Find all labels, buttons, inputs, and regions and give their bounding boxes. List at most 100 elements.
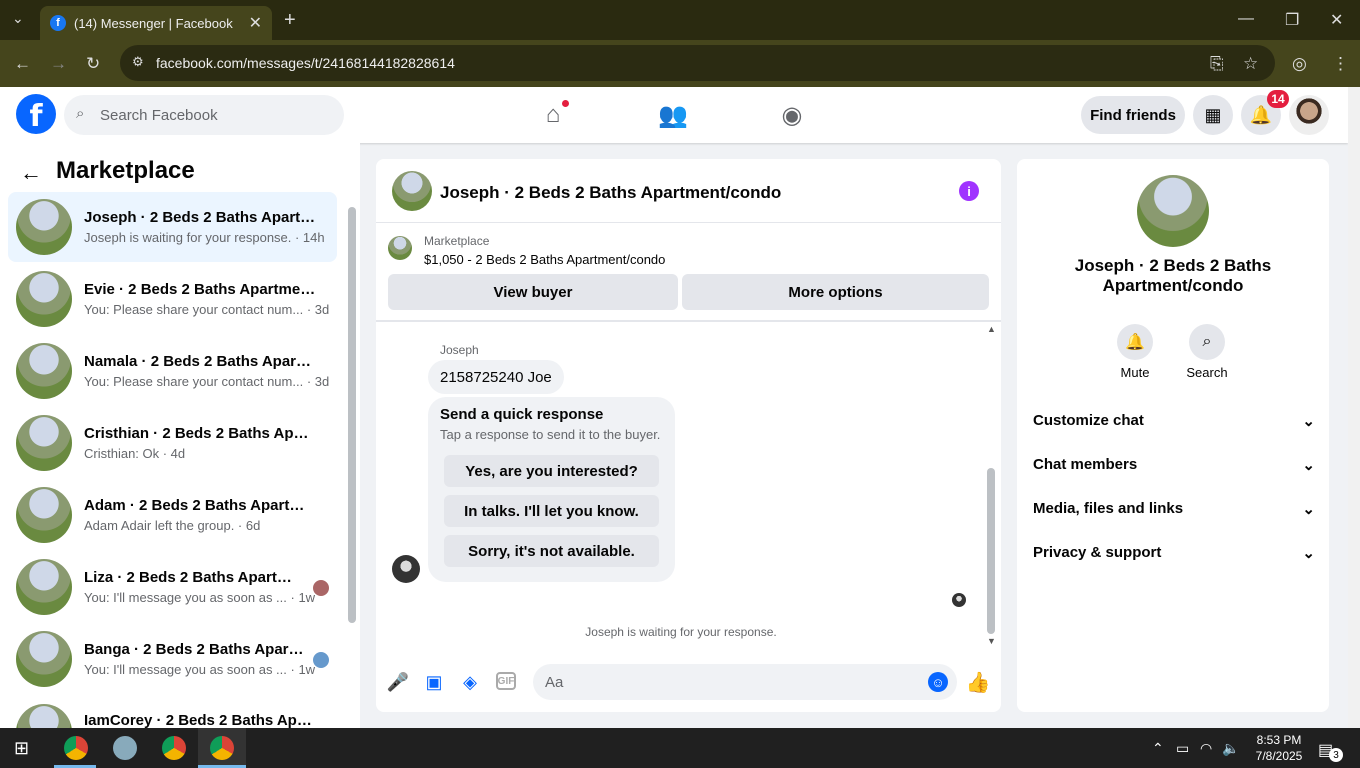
more-options-button[interactable]: More options bbox=[682, 274, 989, 310]
microphone-icon[interactable]: 🎤 bbox=[387, 672, 409, 692]
reload-icon[interactable]: ↻ bbox=[86, 54, 100, 74]
bookmark-star-icon[interactable]: ☆ bbox=[1243, 54, 1258, 74]
conversation-name: Liza · 2 Beds 2 Baths Apartme... bbox=[84, 569, 304, 586]
chat-members-item[interactable]: Chat members ⌄ bbox=[1033, 456, 1315, 474]
taskbar-clock[interactable]: 8:53 PM 7/8/2025 bbox=[1248, 732, 1310, 764]
search-chat-icon[interactable]: ⌕ bbox=[1189, 324, 1225, 360]
notification-badge: 14 bbox=[1267, 90, 1289, 108]
url-bar[interactable]: ⚙ facebook.com/messages/t/24168144182828… bbox=[120, 45, 1275, 81]
back-arrow-icon[interactable]: ← bbox=[20, 160, 42, 186]
conversation-item[interactable]: Banga · 2 Beds 2 Baths Apart... You: I'll… bbox=[8, 624, 337, 694]
chrome-taskbar-icon[interactable] bbox=[210, 736, 234, 760]
mute-bell-icon[interactable]: 🔔 bbox=[1117, 324, 1153, 360]
facebook-search-input[interactable]: ⌕ Search Facebook bbox=[64, 95, 344, 135]
friends-icon[interactable]: 👥 bbox=[658, 100, 688, 130]
tab-search-icon[interactable]: ⌄ bbox=[12, 10, 24, 27]
forward-icon[interactable]: → bbox=[50, 54, 67, 74]
conversation-name: Joseph · 2 Beds 2 Baths Apartm... bbox=[84, 209, 316, 226]
browser-tab[interactable]: f (14) Messenger | Facebook ✕ bbox=[40, 6, 272, 40]
clock-time: 8:53 PM bbox=[1256, 733, 1302, 747]
chrome-taskbar-icon[interactable] bbox=[162, 736, 186, 760]
header-divider bbox=[376, 320, 1001, 322]
find-friends-button[interactable]: Find friends bbox=[1081, 96, 1185, 134]
search-icon: ⌕ bbox=[76, 105, 85, 122]
emoji-icon[interactable]: ☺ bbox=[928, 672, 948, 692]
chevron-down-icon: ⌄ bbox=[1302, 545, 1315, 562]
listing-label: Marketplace bbox=[424, 234, 490, 248]
new-tab-icon[interactable]: + bbox=[284, 9, 296, 32]
chat-title[interactable]: Joseph · 2 Beds 2 Baths Apartment/condo bbox=[440, 183, 781, 203]
minimize-icon[interactable]: — bbox=[1238, 10, 1254, 28]
listing-small-thumbnail bbox=[388, 236, 412, 260]
chrome-taskbar-icon[interactable] bbox=[64, 736, 88, 760]
conversation-item[interactable]: Liza · 2 Beds 2 Baths Apartme... You: I'l… bbox=[8, 552, 337, 622]
groups-icon[interactable]: ◉ bbox=[777, 100, 807, 130]
profile-avatar[interactable] bbox=[1137, 175, 1209, 247]
photo-icon[interactable]: ▣ bbox=[424, 672, 444, 692]
menu-grid-icon[interactable]: ▦ bbox=[1193, 95, 1233, 135]
tray-chevron-up-icon[interactable]: ⌃ bbox=[1152, 740, 1164, 757]
conversation-preview: You: Please share your contact num... · … bbox=[84, 374, 330, 389]
seen-avatar bbox=[313, 652, 329, 668]
info-icon[interactable]: i bbox=[959, 181, 979, 201]
conversation-item[interactable]: Evie · 2 Beds 2 Baths Apartment... You: P… bbox=[8, 264, 337, 334]
listing-thumbnail bbox=[16, 199, 72, 255]
read-receipt-avatar bbox=[952, 593, 966, 607]
mute-label: Mute bbox=[1120, 365, 1150, 380]
maximize-icon[interactable]: ❐ bbox=[1285, 10, 1299, 30]
customize-chat-item[interactable]: Customize chat ⌄ bbox=[1033, 412, 1315, 430]
view-buyer-button[interactable]: View buyer bbox=[388, 274, 678, 310]
listing-thumbnail bbox=[16, 343, 72, 399]
chat-scrollbar[interactable] bbox=[987, 468, 995, 634]
conversation-item[interactable]: Namala · 2 Beds 2 Baths Apartm... You: Pl… bbox=[8, 336, 337, 406]
notification-center-count: 3 bbox=[1329, 748, 1343, 762]
sticker-icon[interactable]: ◈ bbox=[460, 672, 480, 692]
listing-thumbnail bbox=[16, 415, 72, 471]
customize-chat-label: Customize chat bbox=[1033, 412, 1144, 429]
conversation-name: Banga · 2 Beds 2 Baths Apart... bbox=[84, 641, 304, 658]
waiting-status: Joseph is waiting for your response. bbox=[585, 625, 777, 639]
quick-response-title: Send a quick response bbox=[440, 406, 604, 423]
listing-price[interactable]: $1,050 - 2 Beds 2 Baths Apartment/condo bbox=[424, 252, 665, 267]
chrome-menu-icon[interactable]: ⋮ bbox=[1332, 54, 1349, 74]
scroll-down-arrow-icon[interactable]: ▼ bbox=[987, 636, 996, 646]
url-text: facebook.com/messages/t/2416814418282861… bbox=[156, 55, 455, 71]
install-app-icon[interactable]: ⎘ bbox=[1210, 54, 1224, 74]
quick-response-interested-button[interactable]: Yes, are you interested? bbox=[444, 455, 659, 487]
chat-avatar[interactable] bbox=[392, 171, 432, 211]
sender-avatar bbox=[392, 555, 420, 583]
quick-response-in-talks-button[interactable]: In talks. I'll let you know. bbox=[444, 495, 659, 527]
listing-thumbnail bbox=[16, 487, 72, 543]
conversation-item[interactable]: Joseph · 2 Beds 2 Baths Apartm... Joseph … bbox=[8, 192, 337, 262]
page-scrollbar[interactable] bbox=[1348, 87, 1360, 728]
privacy-support-item[interactable]: Privacy & support ⌄ bbox=[1033, 544, 1315, 562]
facebook-logo-icon[interactable]: f bbox=[16, 94, 56, 134]
wifi-icon[interactable]: ◠ bbox=[1200, 740, 1212, 757]
tray-device-icon[interactable]: ▭ bbox=[1176, 740, 1189, 757]
tab-close-icon[interactable]: ✕ bbox=[249, 13, 262, 33]
conversation-list-scrollbar[interactable] bbox=[348, 207, 356, 623]
gif-icon[interactable]: GIF bbox=[496, 672, 516, 690]
close-window-icon[interactable]: ✕ bbox=[1330, 10, 1343, 30]
app-taskbar-icon[interactable] bbox=[113, 736, 137, 760]
message-input[interactable]: Aa bbox=[533, 664, 957, 700]
chevron-down-icon: ⌄ bbox=[1302, 413, 1315, 430]
back-icon[interactable]: ← bbox=[14, 54, 31, 74]
conversation-name: Cristhian · 2 Beds 2 Baths Apart... bbox=[84, 425, 316, 442]
conversation-item[interactable]: Adam · 2 Beds 2 Baths Apartme... Adam Ada… bbox=[8, 480, 337, 550]
volume-icon[interactable]: 🔈 bbox=[1222, 740, 1239, 757]
windows-start-icon[interactable]: ⊞ bbox=[14, 738, 29, 759]
conversation-item[interactable]: Cristhian · 2 Beds 2 Baths Apart... Crist… bbox=[8, 408, 337, 478]
site-info-icon[interactable]: ⚙ bbox=[132, 54, 144, 70]
thumbs-up-icon[interactable]: 👍 bbox=[966, 672, 991, 694]
scroll-up-arrow-icon[interactable]: ▲ bbox=[987, 324, 996, 334]
account-avatar[interactable] bbox=[1289, 95, 1329, 135]
conversation-name: IamCorey · 2 Beds 2 Baths Apart... bbox=[84, 712, 316, 728]
profile-icon[interactable]: ◎ bbox=[1292, 54, 1307, 74]
conversation-preview: Joseph is waiting for your response. · 1… bbox=[84, 230, 325, 245]
media-files-links-item[interactable]: Media, files and links ⌄ bbox=[1033, 500, 1315, 518]
conversation-item[interactable]: IamCorey · 2 Beds 2 Baths Apart... bbox=[8, 696, 337, 728]
message-bubble[interactable]: 2158725240 Joe bbox=[428, 360, 564, 394]
quick-response-not-available-button[interactable]: Sorry, it's not available. bbox=[444, 535, 659, 567]
conversation-name: Evie · 2 Beds 2 Baths Apartment... bbox=[84, 281, 316, 298]
